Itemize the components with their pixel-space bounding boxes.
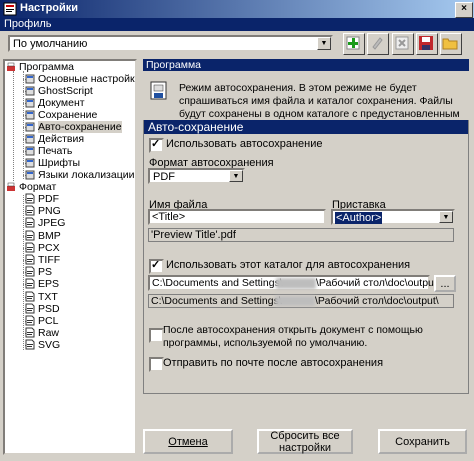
tree-item-label: Основные настройки <box>38 73 137 85</box>
blurred-username <box>276 278 316 289</box>
settings-tree[interactable]: Программа Основные настройки GhostScript Д… <box>3 59 137 455</box>
close-icon: × <box>461 3 467 14</box>
file-format-icon <box>25 327 35 338</box>
printer-icon <box>7 62 15 71</box>
tree-item-label: Авто-сохранение <box>38 121 122 133</box>
tree-item-label: SVG <box>38 339 61 352</box>
settings-icon <box>25 134 35 144</box>
profile-select-value: По умолчанию <box>13 38 88 50</box>
open-profile-button[interactable] <box>440 33 462 55</box>
add-profile-button[interactable] <box>343 33 365 55</box>
tree-item-label: PCX <box>38 241 60 254</box>
tree-item-label: Документ <box>38 97 85 109</box>
add-icon <box>346 36 360 50</box>
tree-item-label: Языки локализации <box>38 169 135 181</box>
save-profile-button[interactable] <box>416 33 438 55</box>
delete-profile-button[interactable] <box>392 33 414 55</box>
tree-item-label: Сохранение <box>38 109 98 121</box>
use-autosave-checkbox[interactable]: ✓ <box>149 138 164 153</box>
chevron-down-icon[interactable]: ▼ <box>317 37 331 50</box>
tree-item-label: GhostScript <box>38 85 93 97</box>
file-format-icon <box>25 339 35 350</box>
file-format-icon <box>25 193 35 204</box>
tree-label-format: Формат <box>19 181 57 193</box>
tree-item-label: BMP <box>38 229 61 242</box>
open-after-label: После автосохранения открыть документ с … <box>163 324 423 349</box>
open-after-checkbox[interactable] <box>149 328 164 343</box>
tree-item-label: TXT <box>38 290 58 303</box>
save-button[interactable]: Сохранить <box>378 429 467 454</box>
edit-profile-button[interactable] <box>367 33 389 55</box>
file-format-icon <box>25 303 35 314</box>
prefix-select-value: <Author> <box>335 212 383 224</box>
window-title: Настройки <box>20 2 79 14</box>
settings-icon <box>25 158 35 168</box>
file-format-icon <box>25 230 35 241</box>
tree-item-label: Печать <box>38 145 73 157</box>
reset-all-button[interactable]: Сбросить все настройки <box>257 429 353 454</box>
file-format-icon <box>25 278 35 289</box>
cancel-button[interactable]: Отмена <box>143 429 233 454</box>
send-mail-label: Отправить по почте после автосохранения <box>163 357 384 369</box>
tree-label-programma: Программа <box>19 61 75 73</box>
tree-item-label: EPS <box>38 278 60 291</box>
app-icon <box>3 2 17 16</box>
use-directory-checkbox[interactable]: ✓ <box>149 259 164 274</box>
tree-item-label: PS <box>38 266 53 279</box>
tree-node-format[interactable]: Формат <box>5 181 135 193</box>
printer-icon <box>7 182 15 191</box>
settings-icon <box>25 110 35 120</box>
tree-item-label: PNG <box>38 205 61 218</box>
menu-profile[interactable]: Профиль <box>4 18 52 30</box>
title-bar: Настройки × <box>0 0 474 18</box>
file-format-icon <box>25 291 35 302</box>
file-format-icon <box>25 217 35 228</box>
browse-button[interactable]: ... <box>434 275 456 292</box>
autosave-icon <box>150 81 167 100</box>
tree-item-label: Действия <box>38 133 85 145</box>
file-format-icon <box>25 266 35 277</box>
settings-icon <box>25 98 35 108</box>
open-folder-icon <box>442 38 458 50</box>
filename-input[interactable]: <Title> <box>148 209 326 225</box>
tree-item-label: PCL <box>38 315 59 327</box>
directory-input[interactable]: C:\Documents and Settings\ \Рабочий стол… <box>148 275 440 291</box>
settings-icon <box>25 122 35 132</box>
send-mail-checkbox[interactable] <box>149 357 164 372</box>
settings-icon <box>25 74 35 84</box>
edit-icon <box>372 37 383 50</box>
file-format-icon <box>25 254 35 265</box>
settings-icon <box>25 146 35 156</box>
file-format-icon <box>25 315 35 326</box>
prefix-select[interactable]: <Author> ▼ <box>331 209 455 225</box>
file-format-icon <box>25 242 35 253</box>
filename-preview: 'Preview Title'.pdf <box>148 228 454 242</box>
save-icon <box>419 36 433 50</box>
format-select-value: PDF <box>153 171 175 183</box>
tree-item-label: PSD <box>38 302 60 315</box>
profile-select[interactable]: По умолчанию ▼ <box>8 35 333 52</box>
tree-item-label: JPEG <box>38 217 66 230</box>
file-format-icon <box>25 205 35 216</box>
tree-node-programma[interactable]: Программа <box>5 61 135 73</box>
autosave-header: Авто-сохранение <box>144 120 468 134</box>
tree-item-label: TIFF <box>38 254 61 266</box>
use-directory-label: Использовать этот каталог для автосохран… <box>166 259 411 271</box>
use-autosave-label: Использовать автосохранение <box>166 138 323 150</box>
settings-icon <box>25 86 35 96</box>
tree-item-label: Шрифты <box>38 157 81 169</box>
blurred-username <box>275 296 315 306</box>
format-select[interactable]: PDF ▼ <box>148 168 245 184</box>
close-button[interactable]: × <box>455 2 473 18</box>
tree-item-label: Raw <box>38 327 60 340</box>
section-header-programma: Программа <box>143 59 469 71</box>
settings-icon <box>25 170 35 180</box>
chevron-down-icon[interactable]: ▼ <box>229 170 243 182</box>
directory-preview: C:\Documents and Settings\ \Рабочий стол… <box>148 294 454 308</box>
chevron-down-icon[interactable]: ▼ <box>439 211 453 223</box>
tree-item-label: PDF <box>38 193 59 205</box>
delete-icon <box>395 36 409 50</box>
menu-bar: Профиль <box>0 18 474 31</box>
